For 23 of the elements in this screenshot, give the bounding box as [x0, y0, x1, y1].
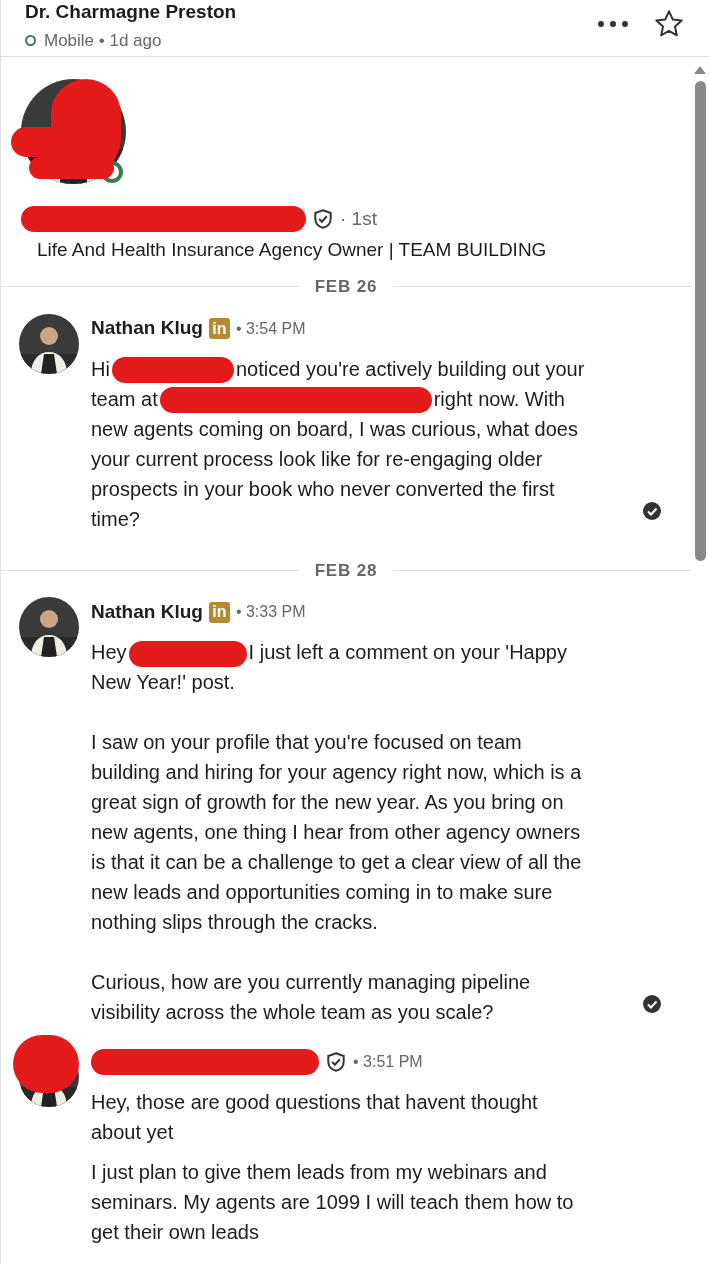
premium-badge: in	[208, 318, 230, 339]
redaction-mark	[13, 1035, 79, 1093]
presence-status: Mobile • 1d ago	[44, 30, 162, 52]
message-text: Hey I just left a comment on your 'Happy New Year!' post.	[91, 639, 568, 695]
date-divider: FEB 28	[314, 559, 378, 582]
message-text: Hi noticed you're actively building out your team at right now. With new agents coming on board, I was curious, what does your current process look like for re-engaging older prospects in your book who never converted the first time?	[91, 356, 586, 532]
sender-name[interactable]: Nathan Klug	[91, 314, 203, 343]
more-icon[interactable]	[597, 20, 629, 28]
message-text: I just plan to give them leads from my webinars and seminars. My agents are 1099 I will teach them how to get their own leads	[91, 1160, 575, 1245]
message-time: • 3:51 PM	[353, 1052, 423, 1072]
premium-badge: in	[208, 601, 230, 623]
message-text: Hey, those are good questions that havent thought about yet	[91, 1090, 539, 1145]
date-divider: FEB 26	[314, 276, 378, 298]
connection-degree: · 1st	[340, 206, 377, 231]
scrollbar-thumb[interactable]	[694, 81, 706, 561]
scroll-up-icon[interactable]	[693, 65, 707, 75]
message-text: I saw on your profile that you're focused on team building and hiring for your agency right now, which is a great sign of growth for the new year. As you bring on new agents, one thing I hear from other agency owners is that it can be a challenge to get a clear view of all the new leads and opportunities coming in to make sure nothing slips through the cracks.	[91, 730, 583, 935]
message-time: • 3:54 PM	[235, 318, 306, 339]
message-time: • 3:33 PM	[235, 602, 306, 622]
contact-name[interactable]: Dr. Charmagne Preston	[25, 0, 237, 24]
message-text: Curious, how are you currently managing pipeline visibility across the whole team as you scale?	[91, 970, 532, 1025]
sender-name[interactable]: Nathan Klug	[91, 597, 203, 627]
profile-headline: Life And Health Insurance Agency Owner | TEAM BUILDING	[36, 238, 548, 262]
